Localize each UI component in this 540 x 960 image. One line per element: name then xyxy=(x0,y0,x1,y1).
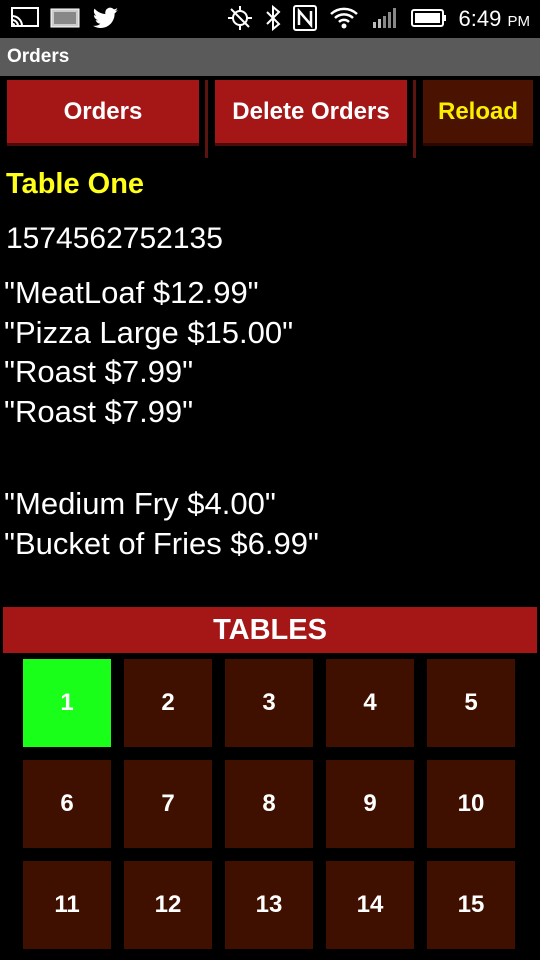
table-tile-10[interactable]: 10 xyxy=(427,760,515,848)
table-tile-8[interactable]: 8 xyxy=(225,760,313,848)
orders-button[interactable]: Orders xyxy=(7,80,199,146)
status-time: 6:49 PM xyxy=(458,6,530,31)
table-tile-3[interactable]: 3 xyxy=(225,659,313,747)
signal-icon xyxy=(371,6,399,35)
table-tile-4[interactable]: 4 xyxy=(326,659,414,747)
bluetooth-icon xyxy=(265,4,281,36)
action-bar: Orders xyxy=(0,38,540,76)
order-item: "Bucket of Fries $6.99" xyxy=(4,525,319,561)
button-divider xyxy=(413,80,416,158)
tables-header: TABLES xyxy=(3,607,537,653)
order-id: 1574562752135 xyxy=(6,222,223,255)
order-items-group-1: "MeatLoaf $12.99" "Pizza Large $15.00" "… xyxy=(4,273,293,431)
wifi-icon xyxy=(329,6,359,35)
gps-off-icon xyxy=(227,5,253,36)
table-tile-6[interactable]: 6 xyxy=(23,760,111,848)
nfc-icon xyxy=(292,5,317,36)
table-tile-5[interactable]: 5 xyxy=(427,659,515,747)
table-tile-2[interactable]: 2 xyxy=(124,659,212,747)
table-tile-11[interactable]: 11 xyxy=(23,861,111,949)
selected-table-name: Table One xyxy=(6,168,145,200)
screencast-icon xyxy=(10,6,40,35)
order-item: "Roast $7.99" xyxy=(4,393,194,429)
twitter-icon xyxy=(90,6,120,35)
order-item: "Pizza Large $15.00" xyxy=(4,314,294,350)
table-tile-7[interactable]: 7 xyxy=(124,760,212,848)
app-title: Orders xyxy=(7,46,70,67)
reload-button[interactable]: Reload xyxy=(423,80,533,146)
table-tile-9[interactable]: 9 xyxy=(326,760,414,848)
table-tile-1[interactable]: 1 xyxy=(23,659,111,747)
table-tile-15[interactable]: 15 xyxy=(427,861,515,949)
table-tile-12[interactable]: 12 xyxy=(124,861,212,949)
order-items-group-2: "Medium Fry $4.00" "Bucket of Fries $6.9… xyxy=(4,484,319,563)
delete-orders-button[interactable]: Delete Orders xyxy=(215,80,407,146)
order-item: "Medium Fry $4.00" xyxy=(4,486,276,521)
battery-icon xyxy=(410,7,447,34)
table-tile-13[interactable]: 13 xyxy=(225,861,313,949)
button-divider xyxy=(205,80,208,158)
order-item: "MeatLoaf $12.99" xyxy=(4,275,259,310)
order-item: "Roast $7.99" xyxy=(4,354,194,389)
table-tile-14[interactable]: 14 xyxy=(326,861,414,949)
status-bar: 6:49 PM xyxy=(0,0,540,38)
gallery-icon xyxy=(50,6,80,35)
